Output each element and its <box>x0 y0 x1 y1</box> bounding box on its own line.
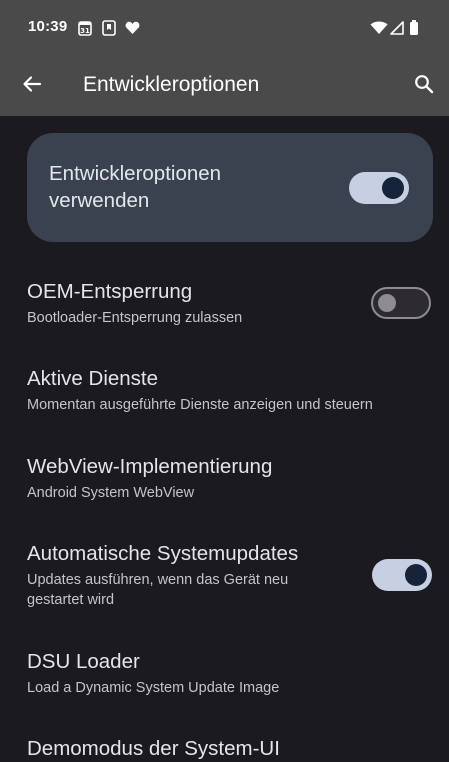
back-button[interactable] <box>18 72 46 100</box>
search-icon <box>414 74 434 99</box>
calendar-day: 31 <box>80 27 90 35</box>
setting-subtitle: Bootloader-Entsperrung zulassen <box>27 310 243 326</box>
switch-knob <box>382 177 404 199</box>
status-bar: 10:39 31 <box>0 0 449 56</box>
calendar-icon: 31 <box>78 20 92 36</box>
developer-options-master-toggle[interactable]: Entwickleroptionen verwenden <box>27 133 433 242</box>
setting-subtitle: Load a Dynamic System Update Image <box>27 680 280 696</box>
search-button[interactable] <box>410 72 438 100</box>
battery-icon <box>409 20 419 36</box>
setting-automatic-system-updates[interactable]: Automatische Systemupdates Updates ausfü… <box>27 541 337 610</box>
page-title: Entwickleroptionen <box>83 73 260 96</box>
setting-oem-unlock[interactable]: OEM-Entsperrung Bootloader-Entsperrung z… <box>27 279 427 328</box>
setting-title: Automatische Systemupdates <box>27 542 299 565</box>
setting-title: WebView-Implementierung <box>27 455 273 478</box>
setting-title: Aktive Dienste <box>27 367 159 390</box>
status-time: 10:39 <box>28 18 68 35</box>
heart-icon <box>125 20 140 36</box>
setting-title: DSU Loader <box>27 650 140 673</box>
switch-knob <box>405 564 427 586</box>
master-toggle-switch[interactable] <box>349 172 409 204</box>
setting-system-ui-demo-mode[interactable]: Demomodus der System-UI <box>27 736 427 762</box>
signal-icon <box>390 20 404 36</box>
bookmark-icon <box>102 20 116 36</box>
wifi-icon <box>370 20 388 36</box>
master-toggle-label: Entwickleroptionen verwenden <box>49 162 222 212</box>
automatic-system-updates-switch[interactable] <box>372 559 432 591</box>
setting-subtitle: Updates ausführen, wenn das Gerät neu ge… <box>27 572 289 608</box>
setting-webview-implementation[interactable]: WebView-Implementierung Android System W… <box>27 454 427 503</box>
setting-title: Demomodus der System-UI <box>27 737 280 760</box>
arrow-back-icon <box>22 74 42 99</box>
app-bar: Entwickleroptionen <box>0 56 449 116</box>
setting-dsu-loader[interactable]: DSU Loader Load a Dynamic System Update … <box>27 649 427 698</box>
switch-knob <box>378 294 396 312</box>
setting-subtitle: Momentan ausgeführte Dienste anzeigen un… <box>27 397 373 413</box>
setting-title: OEM-Entsperrung <box>27 280 193 303</box>
setting-subtitle: Android System WebView <box>27 485 195 501</box>
setting-running-services[interactable]: Aktive Dienste Momentan ausgeführte Dien… <box>27 366 427 415</box>
oem-unlock-switch[interactable] <box>371 287 431 319</box>
